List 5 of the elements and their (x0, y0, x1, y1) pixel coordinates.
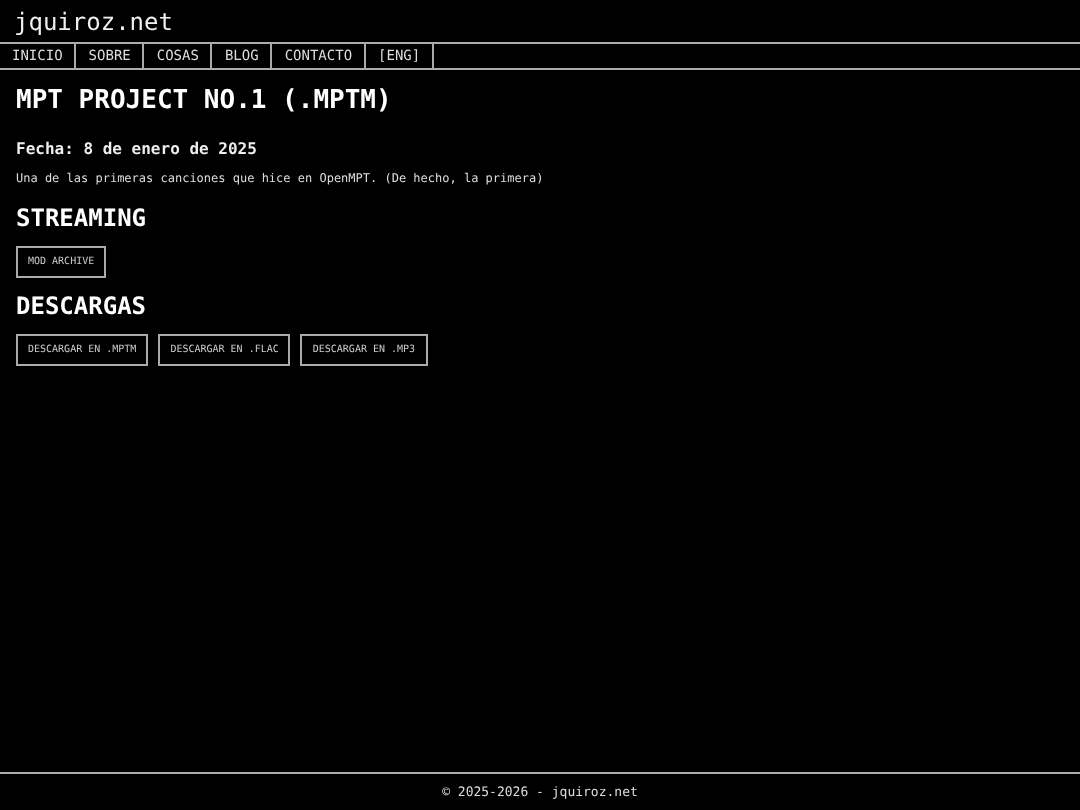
post-date: Fecha: 8 de enero de 2025 (16, 140, 259, 158)
section-heading: DESCARGAS (16, 292, 149, 320)
page-title: MPT PROJECT NO.1 (.MPTM) (16, 86, 394, 116)
site-title: jquiroz.net (12, 6, 175, 40)
section-heading: STREAMING (16, 204, 149, 232)
